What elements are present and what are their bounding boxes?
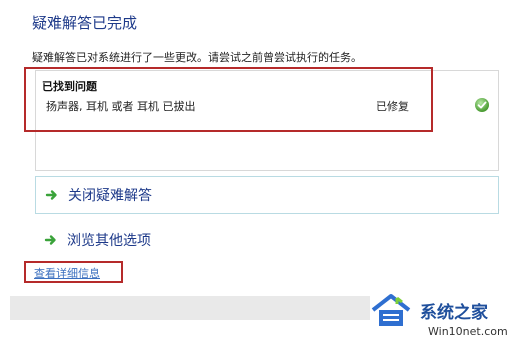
explore-options-label: 浏览其他选项 — [67, 233, 151, 249]
footer-strip — [10, 296, 370, 320]
explore-options-button[interactable]: 浏览其他选项 — [35, 223, 499, 257]
watermark-house-icon — [367, 290, 415, 330]
page-title: 疑难解答已完成 — [32, 14, 138, 32]
green-arrow-icon — [43, 232, 59, 248]
close-troubleshooter-label: 关闭疑难解答 — [68, 188, 152, 204]
watermark-brand: 系统之家 — [420, 303, 488, 323]
page-description: 疑难解答已对系统进行了一些更改。请尝试之前曾尝试执行的任务。 — [32, 51, 362, 64]
highlight-frame-problem — [24, 67, 433, 132]
check-icon — [475, 98, 489, 112]
close-troubleshooter-button[interactable]: 关闭疑难解答 — [35, 176, 499, 214]
green-arrow-icon — [44, 187, 60, 203]
watermark-url: Win10net.com — [428, 325, 508, 338]
highlight-frame-details — [24, 261, 123, 283]
